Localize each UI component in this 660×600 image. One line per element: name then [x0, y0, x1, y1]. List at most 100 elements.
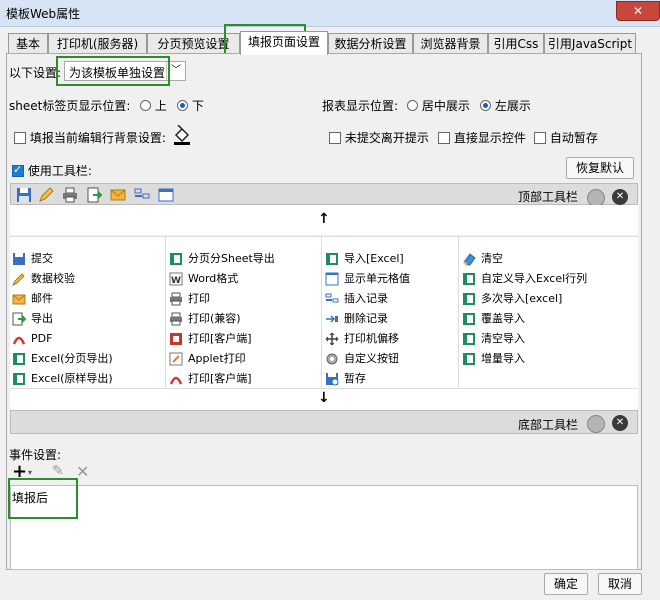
item-label: 打印[客户端]: [188, 372, 252, 385]
excel-icon: [463, 293, 475, 305]
item-label: 自定义导入Excel行列: [481, 272, 588, 285]
item-label: 导出: [31, 312, 53, 325]
chevron-down-icon[interactable]: ▾: [28, 468, 32, 477]
item-label: 暂存: [344, 372, 366, 385]
settings-highlight: [56, 56, 170, 86]
bg-setting-checkbox[interactable]: [14, 132, 26, 144]
radio-center-label: 居中展示: [421, 99, 470, 113]
edit-icon[interactable]: ✎: [52, 463, 64, 479]
item-label: 导入[Excel]: [344, 252, 404, 265]
sheet-tab-label: sheet标签页显示位置:: [9, 99, 131, 113]
item-label: Applet打印: [188, 352, 246, 365]
arrow-down-icon[interactable]: ↓: [318, 390, 330, 406]
event-highlight: [8, 478, 78, 519]
leave-prompt-checkbox[interactable]: [329, 132, 341, 144]
move-icon: [325, 332, 339, 346]
tab-browser-bg[interactable]: 浏览器背景: [413, 33, 488, 53]
item-label: 清空导入: [481, 332, 525, 345]
direct-show-check[interactable]: 直接显示控件: [438, 129, 526, 146]
report-left-option[interactable]: 左展示: [480, 97, 531, 114]
leave-prompt-check[interactable]: 未提交离开提示: [329, 129, 429, 146]
remove-icon[interactable]: ✕: [612, 415, 628, 431]
sheet-tab-top-option[interactable]: 上: [140, 97, 167, 114]
mail-icon: [12, 294, 26, 305]
radio-center[interactable]: [407, 100, 418, 111]
cell-value-icon[interactable]: [158, 187, 174, 203]
pdf-icon: [12, 336, 26, 345]
item-label: 清空: [481, 252, 503, 265]
radio-left-label: 左展示: [494, 99, 531, 113]
item-label: Excel(原样导出): [31, 372, 113, 385]
excel-icon: [463, 313, 475, 325]
pdf-icon: [169, 376, 183, 385]
events-list: [10, 485, 638, 570]
use-toolbar-checkbox[interactable]: [12, 163, 24, 177]
item-label: 数据校验: [31, 272, 75, 285]
use-toolbar-check[interactable]: 使用工具栏:: [12, 162, 92, 179]
radio-bottom-label: 下: [191, 99, 204, 113]
delete-icon[interactable]: ✕: [76, 462, 89, 481]
gear-icon[interactable]: [587, 415, 605, 433]
use-toolbar-label: 使用工具栏:: [27, 164, 92, 178]
tab-printer-server[interactable]: 打印机(服务器): [48, 33, 147, 53]
bottom-toolbar-label: 底部工具栏: [518, 418, 579, 432]
radio-top-label: 上: [154, 99, 167, 113]
item-label: 打印(兼容): [188, 312, 241, 325]
radio-bottom[interactable]: [177, 100, 188, 111]
save-icon[interactable]: [16, 187, 32, 203]
radio-left[interactable]: [480, 100, 491, 111]
eraser-icon: [463, 253, 476, 266]
pencil-icon[interactable]: [38, 187, 54, 203]
ok-button[interactable]: 确定: [544, 573, 588, 595]
excel-icon: [326, 253, 338, 265]
print-icon: [170, 292, 182, 306]
excel-icon: [13, 373, 25, 385]
restore-default-button[interactable]: 恢复默认: [566, 157, 634, 179]
delete-record-icon: [326, 315, 338, 323]
paint-bucket-icon[interactable]: [172, 124, 192, 145]
item-label: 打印[客户端]: [188, 332, 252, 345]
excel-icon: [170, 253, 182, 265]
report-center-option[interactable]: 居中展示: [407, 97, 470, 114]
tab-basic[interactable]: 基本: [8, 33, 48, 53]
insert-record-icon: [325, 293, 339, 303]
item-label: Word格式: [188, 272, 239, 285]
item-label: 打印机偏移: [344, 332, 399, 345]
mail-icon[interactable]: [110, 187, 126, 203]
excel-icon: [13, 353, 25, 365]
item-label: 显示单元格值: [344, 272, 410, 285]
tab-javascript[interactable]: 引用JavaScript: [544, 33, 636, 53]
autosave-label: 自动暂存: [549, 131, 598, 145]
toolbar-items-grid: 提交 数据校验 邮件 导出 PDF Excel(分页导出) Excel(原样导出…: [10, 236, 638, 389]
item-label: 邮件: [31, 292, 53, 305]
save-icon: [13, 253, 25, 265]
title-bar: [0, 0, 660, 27]
excel-icon: [463, 353, 475, 365]
radio-top[interactable]: [140, 100, 151, 111]
tab-data-analysis[interactable]: 数据分析设置: [328, 33, 413, 53]
print-icon[interactable]: [62, 187, 78, 203]
item-label: 增量导入: [481, 352, 525, 365]
close-button[interactable]: ✕: [616, 1, 660, 21]
print-client-icon: [170, 333, 182, 345]
autosave-checkbox[interactable]: [534, 132, 546, 144]
autosave-check[interactable]: 自动暂存: [534, 129, 598, 146]
top-toolbar-label: 顶部工具栏: [518, 190, 579, 204]
pencil-icon: [12, 273, 25, 286]
bg-setting-check[interactable]: 填报当前编辑行背景设置:: [14, 129, 166, 146]
direct-show-checkbox[interactable]: [438, 132, 450, 144]
save-clock-icon: [326, 373, 339, 386]
cancel-button[interactable]: 取消: [598, 573, 642, 595]
export-icon: [12, 312, 26, 326]
tab-css[interactable]: 引用Css: [488, 33, 544, 53]
window-title: 模板Web属性: [6, 7, 81, 21]
arrow-up-icon[interactable]: ↑: [318, 211, 330, 227]
tab-fill-page[interactable]: 填报页面设置: [240, 31, 328, 55]
sheet-tab-bottom-option[interactable]: 下: [177, 97, 204, 114]
remove-icon[interactable]: ✕: [612, 189, 628, 205]
settings-label: 以下设置:: [9, 66, 62, 80]
cell-value-icon: [325, 272, 339, 286]
export-icon[interactable]: [86, 187, 102, 203]
insert-record-icon[interactable]: [134, 187, 150, 203]
report-pos-label: 报表显示位置:: [322, 99, 399, 113]
